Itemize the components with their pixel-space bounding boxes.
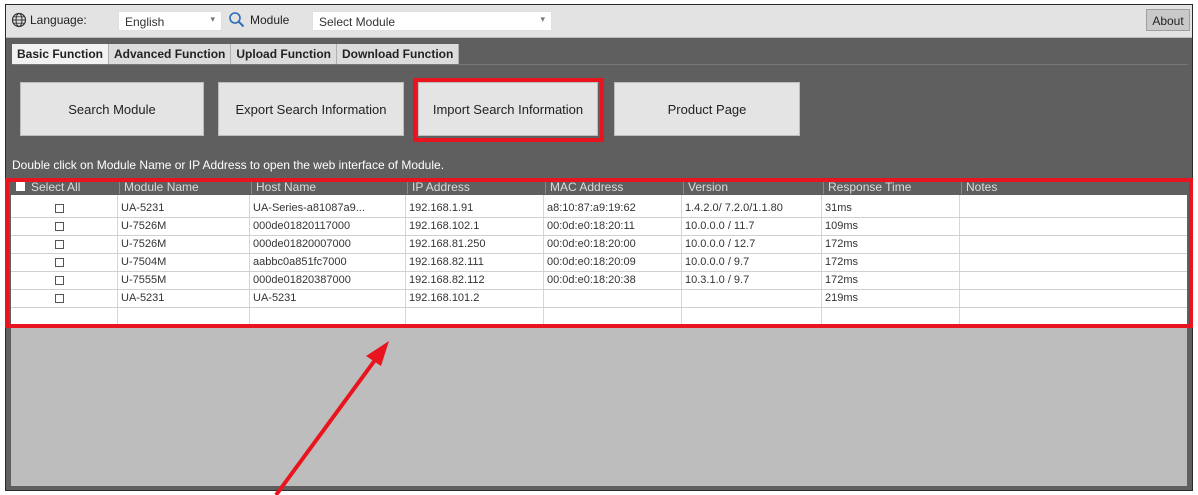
red-arrow-icon bbox=[274, 341, 389, 495]
